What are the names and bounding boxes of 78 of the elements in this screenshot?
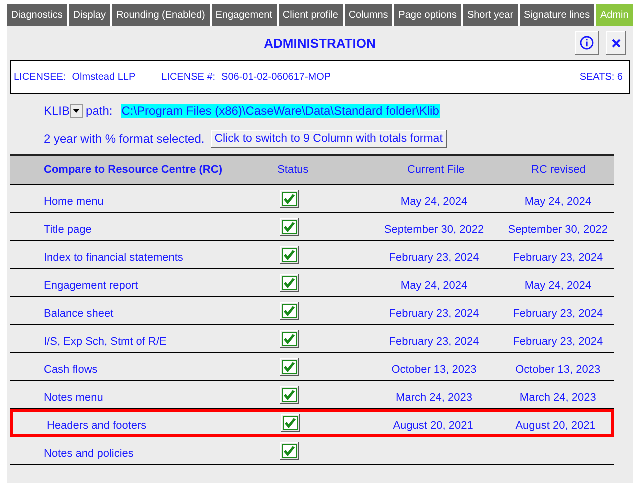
status-checkbox[interactable] xyxy=(280,246,300,264)
tab[interactable]: Signature lines xyxy=(520,4,594,26)
section-link[interactable]: Notes and policies xyxy=(44,448,134,460)
licensee-label: LICENSEE: xyxy=(14,72,66,82)
date-cell: February 23, 2024 xyxy=(513,252,604,264)
section-link[interactable]: Title page xyxy=(44,224,92,236)
column-header: RC revised xyxy=(530,164,587,176)
column-header: Status xyxy=(276,164,310,176)
format-status: 2 year with % format selected. xyxy=(44,132,205,146)
checkmark-icon xyxy=(282,444,298,458)
section-link[interactable]: Engagement report xyxy=(44,280,138,292)
date-cell: February 23, 2024 xyxy=(389,252,480,264)
tab[interactable]: Engagement xyxy=(212,4,277,26)
tab[interactable]: Display xyxy=(69,4,110,26)
path-value: C:\Program Files (x86)\CaseWare\Data\Standard folder\Klib xyxy=(120,104,440,118)
section-link[interactable]: Cash flows xyxy=(44,364,98,376)
date-cell: August 20, 2021 xyxy=(393,420,474,432)
status-checkbox[interactable] xyxy=(280,442,300,460)
tab[interactable]: Page options xyxy=(394,4,462,26)
date-cell: September 30, 2022 xyxy=(508,224,608,236)
checkmark-icon xyxy=(282,276,298,290)
status-checkbox[interactable] xyxy=(280,218,300,236)
date-cell: May 24, 2024 xyxy=(524,196,592,208)
seats-count: SEATS: 6 xyxy=(580,72,623,82)
tab[interactable]: Columns xyxy=(344,4,392,26)
section-link[interactable]: Headers and footers xyxy=(47,420,147,432)
date-cell: May 24, 2024 xyxy=(400,196,468,208)
tab[interactable]: Short year xyxy=(463,4,518,26)
checkmark-icon xyxy=(282,360,298,374)
date-cell: May 24, 2024 xyxy=(400,280,468,292)
status-checkbox[interactable] xyxy=(280,190,300,208)
klib-label: KLIB xyxy=(44,104,70,118)
path-label: path: xyxy=(86,104,113,118)
column-header: Compare to Resource Centre (RC) xyxy=(43,164,222,176)
close-button[interactable] xyxy=(606,31,626,55)
column-header: Current File xyxy=(406,164,466,176)
checkmark-icon xyxy=(282,192,298,206)
status-checkbox[interactable] xyxy=(280,358,300,376)
date-cell: February 23, 2024 xyxy=(513,308,604,320)
section-link[interactable]: Notes menu xyxy=(44,392,104,404)
license-label: LICENSE #: xyxy=(162,72,216,82)
date-cell: March 24, 2023 xyxy=(520,392,596,404)
info-button[interactable] xyxy=(575,31,599,55)
date-cell: February 23, 2024 xyxy=(389,336,480,348)
section-link[interactable]: Index to financial statements xyxy=(44,252,184,264)
section-link[interactable]: Home menu xyxy=(44,196,104,208)
status-checkbox[interactable] xyxy=(280,302,300,320)
section-link[interactable]: Balance sheet xyxy=(44,308,114,320)
date-cell: February 23, 2024 xyxy=(513,336,604,348)
date-cell: August 20, 2021 xyxy=(516,420,596,432)
date-cell: September 30, 2022 xyxy=(384,224,484,236)
caret-icon xyxy=(73,109,80,113)
date-cell: February 23, 2024 xyxy=(389,308,480,320)
date-cell: May 24, 2024 xyxy=(524,280,592,292)
page-title: ADMINISTRATION xyxy=(264,36,376,50)
checkmark-icon xyxy=(282,388,298,402)
license-number: S06-01-02-060617-MOP xyxy=(222,72,332,82)
date-cell: October 13, 2023 xyxy=(516,364,601,376)
checkmark-icon xyxy=(282,332,298,346)
tab[interactable]: Rounding (Enabled) xyxy=(112,4,210,26)
checkmark-icon xyxy=(282,416,298,430)
close-icon xyxy=(612,38,620,48)
info-icon xyxy=(580,36,594,50)
status-checkbox[interactable] xyxy=(280,330,300,348)
checkmark-icon xyxy=(282,248,298,262)
status-checkbox[interactable] xyxy=(280,414,300,432)
status-checkbox[interactable] xyxy=(280,274,300,292)
checkmark-icon xyxy=(282,304,298,318)
section-link[interactable]: I/S, Exp Sch, Stmt of R/E xyxy=(44,336,167,348)
tab[interactable]: Client profile xyxy=(278,4,343,26)
date-cell: March 24, 2023 xyxy=(396,392,472,404)
licensee-name: Olmstead LLP xyxy=(72,72,136,82)
checkmark-icon xyxy=(282,220,298,234)
date-cell: October 13, 2023 xyxy=(392,364,477,376)
dropdown-button[interactable] xyxy=(70,104,84,118)
switch-format-button[interactable]: Click to switch to 9 Column with totals format xyxy=(210,130,447,148)
tab[interactable]: Diagnostics xyxy=(7,4,68,26)
status-checkbox[interactable] xyxy=(280,386,300,404)
